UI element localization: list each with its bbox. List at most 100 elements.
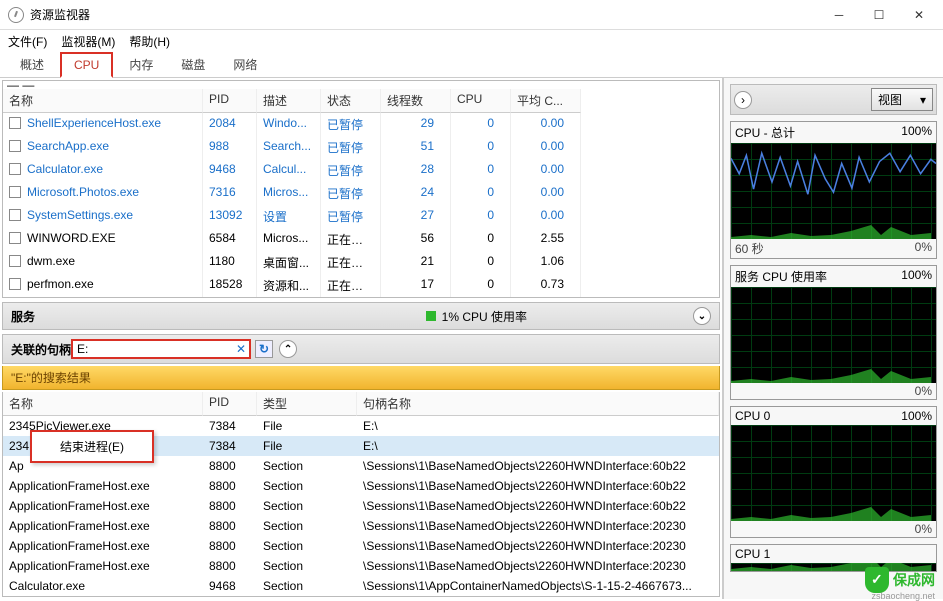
- handle-pid[interactable]: 8800: [203, 556, 257, 576]
- handle-type[interactable]: Section: [257, 556, 357, 576]
- process-checkbox[interactable]: [9, 278, 21, 290]
- menu-monitor[interactable]: 监视器(M): [61, 33, 115, 50]
- menu-file[interactable]: 文件(F): [8, 33, 47, 50]
- refresh-search-button[interactable]: ↻: [255, 340, 273, 358]
- proc-col-avg[interactable]: 平均 C...: [511, 89, 581, 113]
- handle-pid[interactable]: 7384: [203, 416, 257, 436]
- handles-collapse-button[interactable]: ⌃: [279, 340, 297, 358]
- proc-name[interactable]: WINWORD.EXE: [3, 228, 203, 251]
- handle-pid[interactable]: 8800: [203, 536, 257, 556]
- tab-network[interactable]: 网络: [221, 52, 269, 77]
- proc-threads: 27: [381, 205, 451, 228]
- proc-cpu: 0: [451, 182, 511, 205]
- context-menu-end-process[interactable]: 结束进程(E): [30, 430, 154, 463]
- handle-pid[interactable]: 8800: [203, 476, 257, 496]
- handles-col-pid[interactable]: PID: [203, 392, 257, 416]
- handle-name[interactable]: Calculator.exe: [3, 596, 203, 597]
- tab-cpu[interactable]: CPU: [60, 52, 113, 78]
- proc-desc: 桌面窗...: [257, 251, 321, 274]
- process-checkbox[interactable]: [9, 209, 21, 221]
- handle-name[interactable]: ApplicationFrameHost.exe: [3, 536, 203, 556]
- proc-name[interactable]: perfmon.exe: [3, 274, 203, 297]
- process-checkbox[interactable]: [9, 140, 21, 152]
- context-menu-label: 结束进程(E): [60, 440, 124, 454]
- proc-name[interactable]: ShellExperienceHost.exe: [3, 113, 203, 136]
- handle-hname[interactable]: E:\: [357, 436, 719, 456]
- handle-type[interactable]: File: [257, 436, 357, 456]
- handle-hname[interactable]: E:\: [357, 416, 719, 436]
- view-dropdown-label: 视图: [878, 91, 902, 108]
- proc-avg: 0.73: [511, 274, 581, 297]
- handle-type[interactable]: Section: [257, 596, 357, 597]
- services-section-header[interactable]: 服务 1% CPU 使用率 ⌄: [2, 302, 720, 330]
- handles-col-type[interactable]: 类型: [257, 392, 357, 416]
- handle-hname[interactable]: \Sessions\1\BaseNamedObjects\2260HWNDInt…: [357, 516, 719, 536]
- proc-name[interactable]: Microsoft.Photos.exe: [3, 182, 203, 205]
- proc-name[interactable]: dwm.exe: [3, 251, 203, 274]
- process-checkbox[interactable]: [9, 255, 21, 267]
- proc-avg: 1.06: [511, 251, 581, 274]
- handle-type[interactable]: Section: [257, 536, 357, 556]
- proc-pid: 7316: [203, 182, 257, 205]
- tab-disk[interactable]: 磁盘: [169, 52, 217, 77]
- handle-name[interactable]: Calculator.exe: [3, 576, 203, 596]
- proc-col-name[interactable]: 名称: [3, 89, 203, 113]
- clear-search-icon[interactable]: ✕: [232, 342, 250, 356]
- services-expand-button[interactable]: ⌄: [693, 307, 711, 325]
- handle-type[interactable]: Section: [257, 456, 357, 476]
- proc-col-desc[interactable]: 描述: [257, 89, 321, 113]
- process-checkbox[interactable]: [9, 117, 21, 129]
- proc-col-pid[interactable]: PID: [203, 89, 257, 113]
- handle-name[interactable]: ApplicationFrameHost.exe: [3, 496, 203, 516]
- proc-col-threads[interactable]: 线程数: [381, 89, 451, 113]
- handle-hname[interactable]: \Sessions\1\BaseNamedObjects\2260HWNDInt…: [357, 536, 719, 556]
- menu-help[interactable]: 帮助(H): [129, 33, 170, 50]
- handle-hname[interactable]: \Sessions\1\AppContainerNamedObjects\S-1…: [357, 576, 719, 596]
- handle-pid[interactable]: 9468: [203, 596, 257, 597]
- handle-hname[interactable]: \Sessions\1\BaseNamedObjects\2260HWNDInt…: [357, 556, 719, 576]
- close-button[interactable]: ✕: [899, 1, 939, 29]
- tab-memory[interactable]: 内存: [117, 52, 165, 77]
- handle-type[interactable]: Section: [257, 576, 357, 596]
- handle-pid[interactable]: 8800: [203, 496, 257, 516]
- proc-name[interactable]: SearchApp.exe: [3, 136, 203, 159]
- proc-name[interactable]: SystemSettings.exe: [3, 205, 203, 228]
- process-checkbox[interactable]: [9, 232, 21, 244]
- proc-col-status[interactable]: 状态: [321, 89, 381, 113]
- handle-type[interactable]: Section: [257, 496, 357, 516]
- handles-col-name[interactable]: 名称: [3, 392, 203, 416]
- handle-type[interactable]: Section: [257, 516, 357, 536]
- graph-pct: 100%: [901, 409, 932, 423]
- handles-col-hname[interactable]: 句柄名称: [357, 392, 719, 416]
- handle-type[interactable]: Section: [257, 476, 357, 496]
- handle-pid[interactable]: 8800: [203, 516, 257, 536]
- proc-cpu: 0: [451, 251, 511, 274]
- handle-hname[interactable]: \Sessions\1\AppContainerNamedObjects\S-1…: [357, 596, 719, 597]
- tab-overview[interactable]: 概述: [8, 52, 56, 77]
- handle-type[interactable]: File: [257, 416, 357, 436]
- proc-threads: 28: [381, 159, 451, 182]
- handle-pid[interactable]: 8800: [203, 456, 257, 476]
- handles-search-box[interactable]: ✕: [71, 339, 251, 359]
- minimize-button[interactable]: ─: [819, 1, 859, 29]
- graph-title: CPU - 总计: [735, 124, 795, 141]
- handle-name[interactable]: ApplicationFrameHost.exe: [3, 476, 203, 496]
- maximize-button[interactable]: ☐: [859, 1, 899, 29]
- handle-hname[interactable]: \Sessions\1\BaseNamedObjects\2260HWNDInt…: [357, 496, 719, 516]
- handle-name[interactable]: ApplicationFrameHost.exe: [3, 556, 203, 576]
- proc-cpu: 0: [451, 159, 511, 182]
- proc-threads: 51: [381, 136, 451, 159]
- handle-hname[interactable]: \Sessions\1\BaseNamedObjects\2260HWNDInt…: [357, 476, 719, 496]
- right-panel-expand-button[interactable]: ›: [734, 91, 752, 109]
- handle-pid[interactable]: 7384: [203, 436, 257, 456]
- process-checkbox[interactable]: [9, 186, 21, 198]
- handle-name[interactable]: ApplicationFrameHost.exe: [3, 516, 203, 536]
- handle-pid[interactable]: 9468: [203, 576, 257, 596]
- proc-avg: 0.00: [511, 159, 581, 182]
- proc-name[interactable]: Calculator.exe: [3, 159, 203, 182]
- view-dropdown[interactable]: 视图 ▾: [871, 88, 933, 111]
- handle-hname[interactable]: \Sessions\1\BaseNamedObjects\2260HWNDInt…: [357, 456, 719, 476]
- proc-col-cpu[interactable]: CPU: [451, 89, 511, 113]
- process-checkbox[interactable]: [9, 163, 21, 175]
- handles-search-input[interactable]: [77, 342, 232, 356]
